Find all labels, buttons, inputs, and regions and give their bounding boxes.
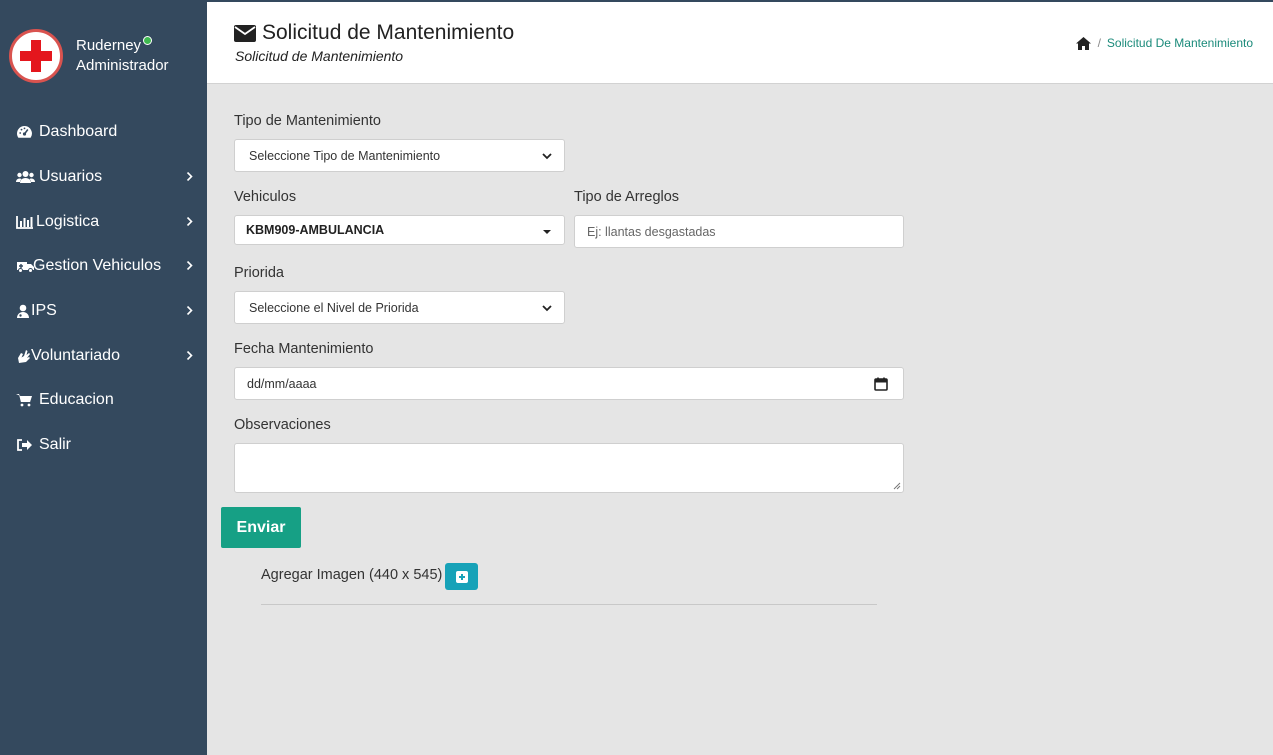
plus-square-icon xyxy=(455,570,468,583)
user-profile: Ruderney Administrador xyxy=(0,0,207,110)
sidebar-item-logistica[interactable]: Logistica xyxy=(0,199,207,244)
chevron-right-icon xyxy=(186,216,193,226)
calendar-icon[interactable] xyxy=(874,377,888,391)
dashboard-icon xyxy=(16,124,36,140)
add-image-button[interactable] xyxy=(445,563,478,590)
sidebar-item-voluntariado[interactable]: Voluntariado xyxy=(0,333,207,378)
online-status-dot xyxy=(143,36,152,45)
enviar-button[interactable]: Enviar xyxy=(221,507,301,548)
prioridad-select[interactable]: Seleccione el Nivel de Priorida xyxy=(234,291,565,324)
select-value: Seleccione el Nivel de Priorida xyxy=(249,300,419,315)
agregar-imagen-label: Agregar Imagen (440 x 545) xyxy=(261,567,443,583)
sidebar: Ruderney Administrador Dashboard Usuario… xyxy=(0,0,207,755)
sidebar-item-salir[interactable]: Salir xyxy=(0,423,207,468)
input-placeholder: Ej: llantas desgastadas xyxy=(587,224,716,239)
page-subtitle: Solicitud de Mantenimiento xyxy=(235,48,404,64)
sidebar-nav: Dashboard Usuarios Logistica Gestion Veh… xyxy=(0,110,207,468)
cart-icon xyxy=(16,392,36,408)
tipo-mantenimiento-label: Tipo de Mantenimiento xyxy=(234,113,381,129)
chevron-right-icon xyxy=(186,350,193,360)
sidebar-item-label: Educacion xyxy=(39,391,114,409)
sidebar-item-label: Logistica xyxy=(36,212,100,230)
chevron-right-icon xyxy=(186,306,193,316)
prioridad-label: Priorida xyxy=(234,265,284,281)
divider xyxy=(261,604,877,605)
breadcrumb: / Solicitud De Mantenimiento xyxy=(1075,36,1253,50)
select-value: Seleccione Tipo de Mantenimiento xyxy=(249,148,441,163)
avatar xyxy=(9,29,63,83)
sidebar-item-dashboard[interactable]: Dashboard xyxy=(0,110,207,155)
sidebar-item-gestion-vehiculos[interactable]: Gestion Vehiculos xyxy=(0,244,207,289)
sidebar-item-label: Usuarios xyxy=(39,168,103,186)
bar-chart-icon xyxy=(16,214,36,230)
tipo-arreglos-input[interactable]: Ej: llantas desgastadas xyxy=(574,215,904,248)
envelope-icon xyxy=(234,25,256,42)
date-value: dd/mm/aaaa xyxy=(247,376,317,391)
chevron-right-icon xyxy=(186,261,193,271)
tipo-mantenimiento-select[interactable]: Seleccione Tipo de Mantenimiento xyxy=(234,139,565,172)
vehiculos-label: Vehiculos xyxy=(234,189,297,205)
sidebar-item-ips[interactable]: IPS xyxy=(0,289,207,334)
breadcrumb-separator: / xyxy=(1097,36,1101,50)
chevron-down-icon xyxy=(542,304,552,311)
observaciones-label: Observaciones xyxy=(234,417,331,433)
users-icon xyxy=(16,169,36,185)
sidebar-item-label: Salir xyxy=(39,436,72,454)
sign-out-icon xyxy=(16,437,36,453)
page-title: Solicitud de Mantenimiento xyxy=(262,21,515,44)
sidebar-item-label: Voluntariado xyxy=(31,346,120,364)
home-icon[interactable] xyxy=(1075,36,1091,50)
page-header: Solicitud de Mantenimiento Solicitud de … xyxy=(207,2,1273,84)
vehiculos-select[interactable]: KBM909-AMBULANCIA xyxy=(234,215,565,245)
sidebar-item-label: Gestion Vehiculos xyxy=(33,257,162,275)
caret-down-icon xyxy=(543,230,551,234)
resize-handle-icon[interactable] xyxy=(893,482,901,490)
sidebar-item-educacion[interactable]: Educacion xyxy=(0,378,207,423)
sidebar-item-label: Dashboard xyxy=(39,123,118,141)
chevron-down-icon xyxy=(542,152,552,159)
fecha-input[interactable]: dd/mm/aaaa xyxy=(234,367,904,400)
tipo-arreglos-label: Tipo de Arreglos xyxy=(574,189,680,205)
observaciones-textarea[interactable] xyxy=(234,443,904,493)
sidebar-item-label: IPS xyxy=(31,302,57,320)
select-value: KBM909-AMBULANCIA xyxy=(246,223,385,237)
user-role: Administrador xyxy=(76,57,169,74)
chevron-right-icon xyxy=(186,172,193,182)
fecha-label: Fecha Mantenimiento xyxy=(234,341,374,357)
sidebar-item-usuarios[interactable]: Usuarios xyxy=(0,155,207,200)
breadcrumb-current[interactable]: Solicitud De Mantenimiento xyxy=(1107,36,1253,50)
user-name: Ruderney xyxy=(76,37,142,54)
